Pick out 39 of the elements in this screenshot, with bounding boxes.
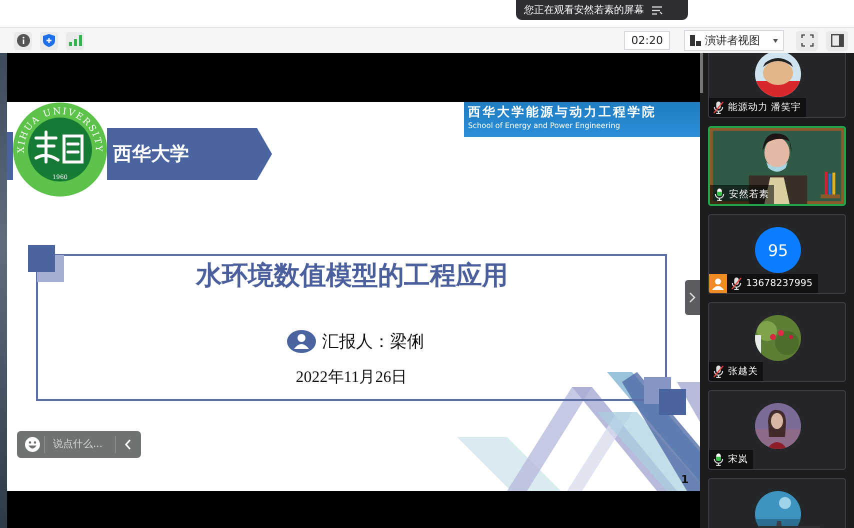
fullscreen-button[interactable] — [796, 30, 818, 50]
participant-name: 张越关 — [728, 365, 758, 378]
square-drawing — [644, 377, 687, 415]
square-drawing — [28, 245, 65, 282]
college-name: 西华大学能源与动力工程学院 — [468, 104, 658, 121]
chat-input[interactable]: 说点什么... — [44, 436, 116, 453]
chevron-right-icon — [689, 292, 696, 303]
university-banner: 西华大学 — [107, 128, 272, 180]
participant-name: 13678237995 — [746, 278, 812, 289]
participant-name: 能源动力 潘笑宇 — [728, 101, 802, 114]
fullscreen-icon — [800, 34, 814, 47]
participant-tile[interactable]: 张越关 — [708, 302, 846, 382]
avatar-number: 95 — [755, 227, 801, 273]
presenter-text: 汇报人：梁俐 — [322, 331, 424, 353]
participant-name: 宋岚 — [728, 453, 748, 466]
layout-icon — [690, 35, 701, 46]
participant-tile[interactable]: 能源动力 潘笑宇 — [708, 53, 846, 118]
slide-title: 水环境数值模型的工程应用 — [194, 260, 509, 293]
side-panel-button[interactable] — [826, 30, 848, 50]
meeting-timer: 02:20 — [624, 31, 670, 50]
participant-tile[interactable]: 安然若素 — [708, 126, 846, 206]
page-number: 1 — [681, 473, 689, 486]
participant-tile[interactable]: 宋岚 — [708, 390, 846, 470]
person-icon — [287, 330, 316, 353]
slide-date: 2022年11月26日 — [294, 368, 408, 388]
banner-text: 您正在观看安然若素的屏幕 — [524, 4, 644, 17]
panel-icon — [830, 34, 844, 47]
view-dropdown[interactable]: 演讲者视图 — [684, 30, 784, 51]
participant-name: 安然若素 — [729, 188, 769, 201]
emoji-icon[interactable] — [25, 437, 40, 452]
info-button[interactable] — [14, 32, 32, 50]
participant-tile[interactable]: 95 13678237995 — [708, 214, 846, 294]
shield-button[interactable] — [40, 32, 58, 50]
expand-panel-button[interactable] — [685, 280, 700, 315]
caret-icon — [773, 38, 778, 42]
chat-field[interactable]: 说点什么... — [17, 431, 141, 458]
scrollbar[interactable] — [700, 53, 703, 93]
signal-button[interactable] — [66, 32, 84, 50]
menu-icon[interactable] — [652, 6, 663, 14]
